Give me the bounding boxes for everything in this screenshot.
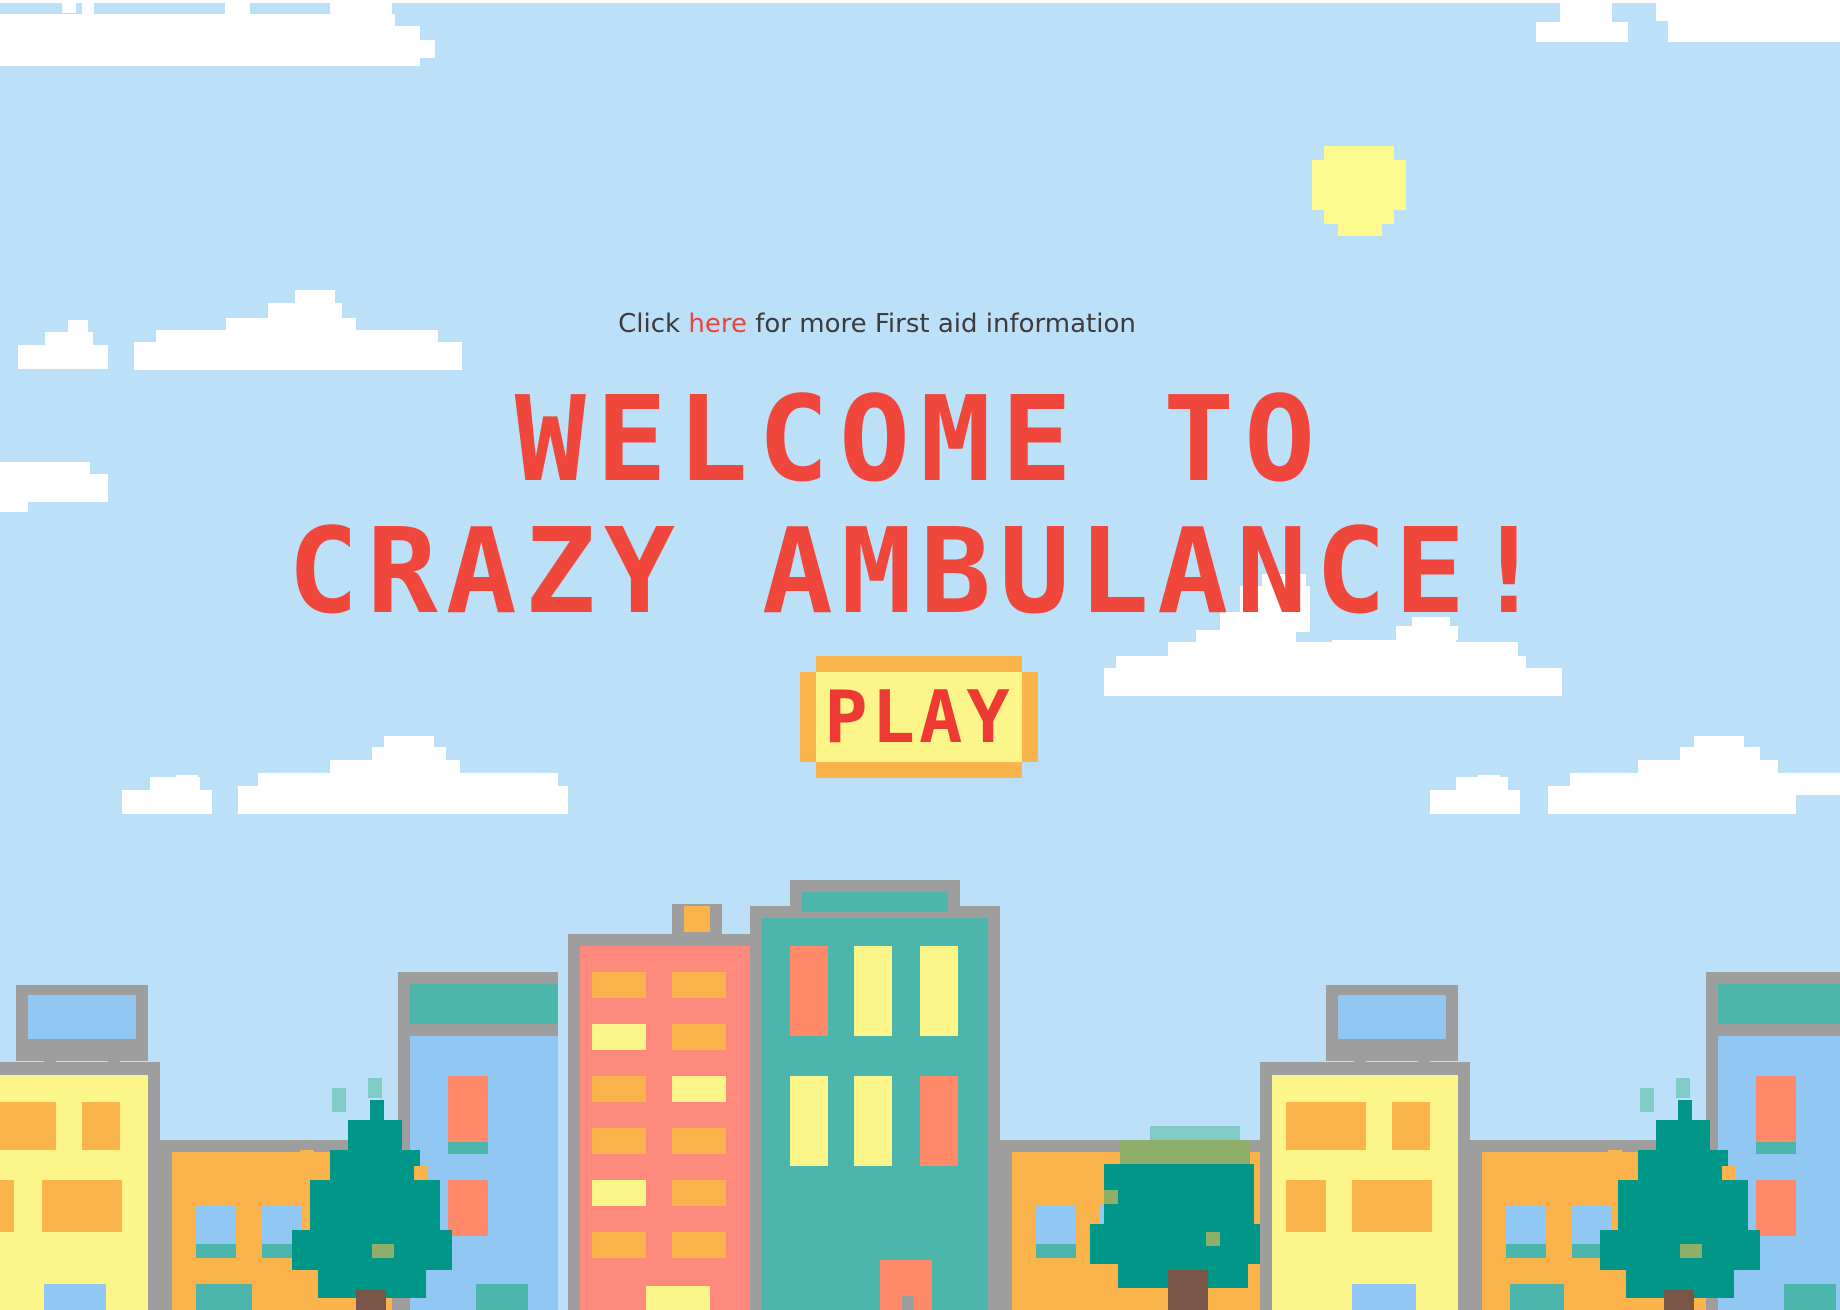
game-start-screen: Click here for more First aid informatio… xyxy=(0,0,1840,1310)
cloud-top-right xyxy=(1536,3,1840,42)
building-teal xyxy=(750,880,1000,1310)
cloud-top-left xyxy=(0,3,435,66)
sun xyxy=(1312,146,1406,236)
play-button-label: PLAY xyxy=(824,675,1014,759)
cloud-left-low xyxy=(122,736,568,814)
play-button[interactable]: PLAY xyxy=(800,656,1038,778)
building-right-yellow xyxy=(1260,985,1470,1310)
building-pink xyxy=(568,904,750,1310)
info-prefix: Click xyxy=(618,309,689,339)
play-button-face[interactable]: PLAY xyxy=(816,672,1022,762)
cloud-right-low xyxy=(1430,736,1840,814)
first-aid-info-line: Click here for more First aid informatio… xyxy=(0,309,1754,339)
first-aid-link[interactable]: here xyxy=(688,309,747,339)
title-line-2: CRAZY AMBULANCE! xyxy=(287,502,1553,640)
pixel-city-background xyxy=(0,3,1840,1310)
building-left-yellow xyxy=(0,985,160,1310)
title-line-1: WELCOME TO xyxy=(514,370,1326,508)
info-suffix: for more First aid information xyxy=(746,309,1136,339)
